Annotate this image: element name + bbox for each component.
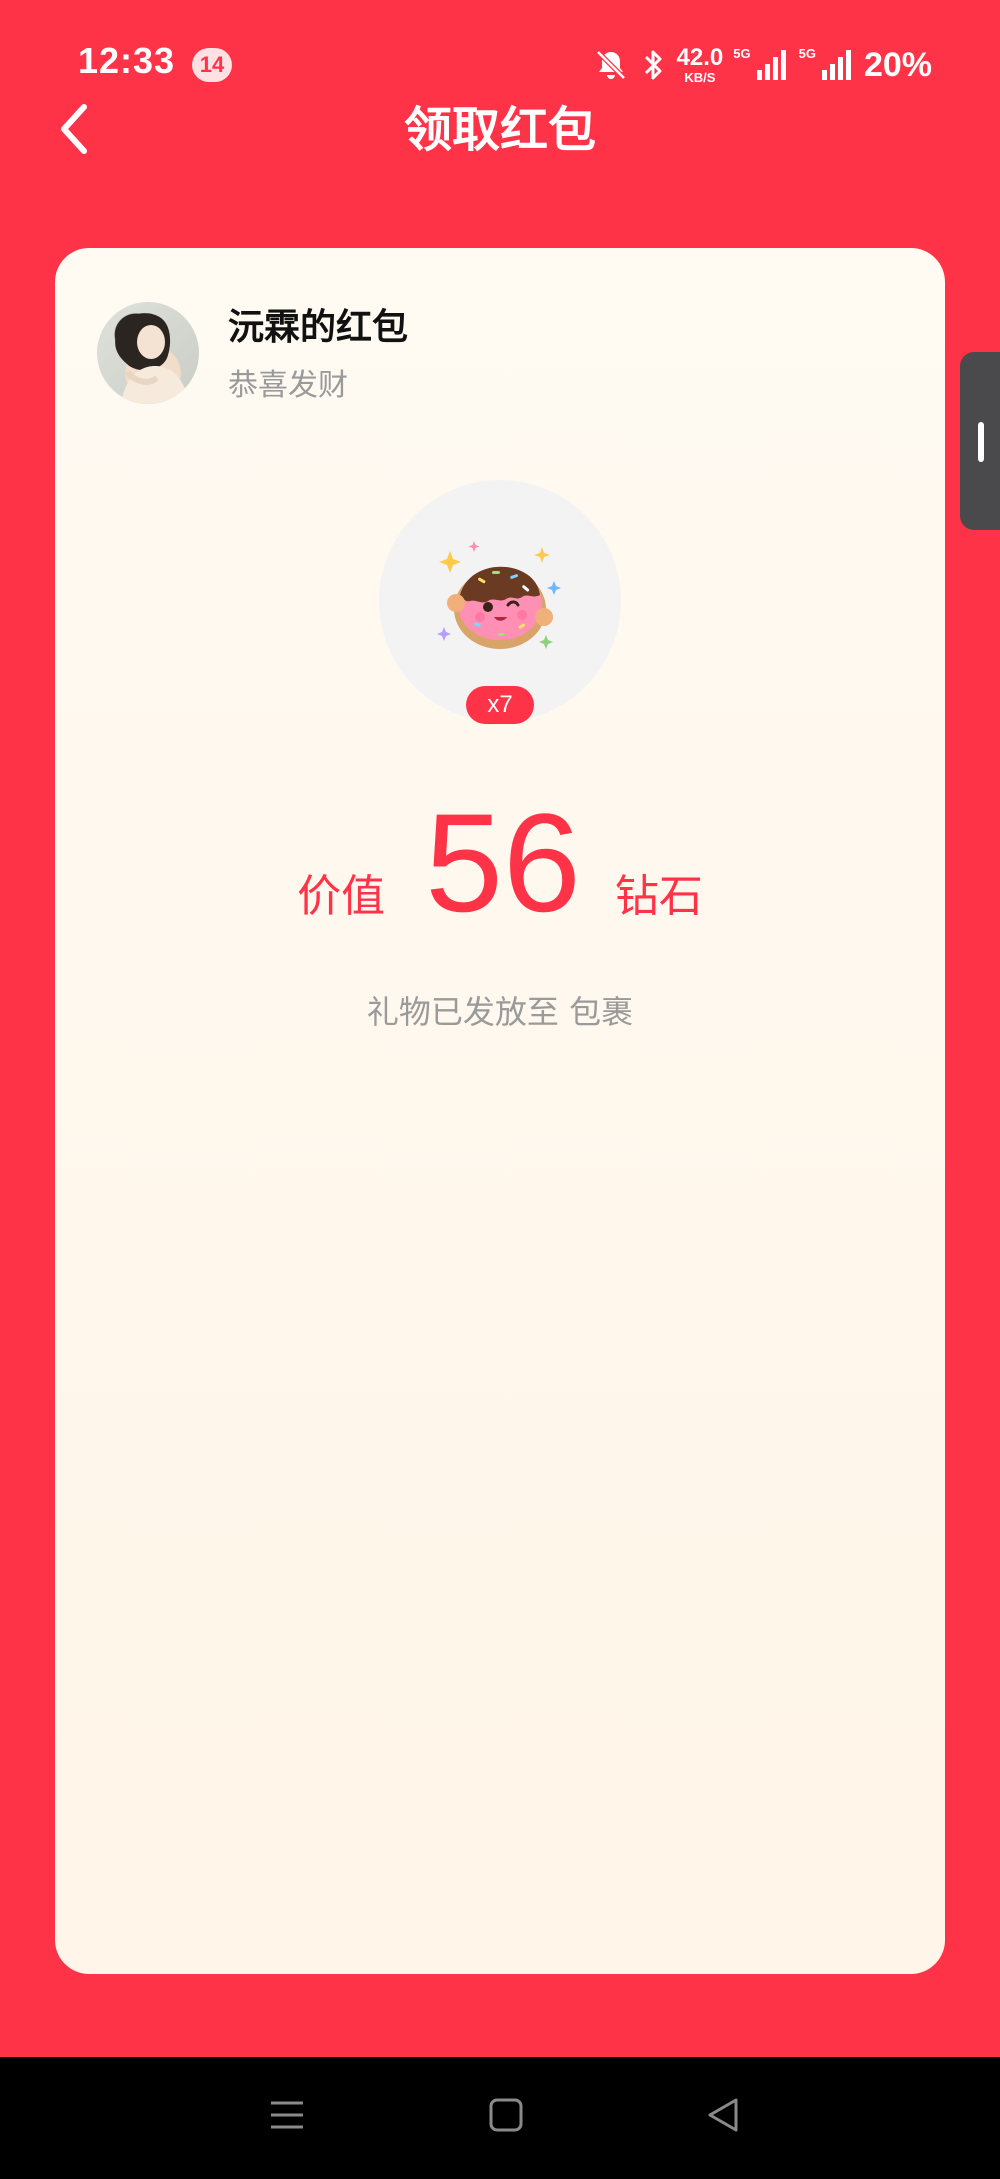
- signal-label-1: 5G: [733, 46, 751, 61]
- back-triangle-icon: [704, 2095, 744, 2139]
- value-row: 价值 56 钻石: [55, 788, 945, 938]
- menu-icon: [267, 2095, 307, 2139]
- sender-avatar[interactable]: [97, 302, 199, 404]
- bluetooth-icon: [639, 47, 667, 83]
- drawer-grip-icon: [978, 422, 984, 462]
- sender-name: 沅霖的红包: [228, 307, 409, 348]
- home-button[interactable]: [476, 2087, 536, 2147]
- quantity-badge: x7: [466, 686, 534, 724]
- system-navigation-bar: [0, 2057, 1000, 2179]
- status-time: 12:33: [78, 40, 176, 81]
- blessing-text: 恭喜发财: [228, 368, 348, 403]
- home-icon: [486, 2095, 526, 2139]
- side-drawer-handle[interactable]: [960, 352, 1000, 530]
- net-speed-value: 42.0: [676, 44, 724, 71]
- delivery-note: 礼物已发放至 包裹: [366, 993, 634, 1031]
- value-label: 价值: [297, 871, 386, 922]
- network-speed: 42.0 KB/S: [676, 44, 724, 85]
- signal-icon: [755, 48, 789, 82]
- recent-apps-button[interactable]: [257, 2087, 317, 2147]
- net-speed-unit: KB/S: [684, 70, 716, 85]
- red-packet-card: 沅霖的红包 恭喜发财 x7 价值 56 钻石 礼物已发放至 包裹: [55, 248, 945, 1974]
- value-number: 56: [425, 784, 581, 941]
- mute-bell-icon: [593, 47, 629, 83]
- value-unit: 钻石: [614, 871, 703, 922]
- battery-level: 20%: [863, 45, 932, 84]
- status-icons: 42.0 KB/S 5G 5G 20%: [593, 40, 932, 90]
- signal-label-2: 5G: [798, 46, 816, 61]
- page-title: 领取红包: [403, 102, 596, 158]
- notification-count-badge: 14: [192, 48, 232, 82]
- system-back-button[interactable]: [694, 2087, 754, 2147]
- signal-icon: [820, 48, 854, 82]
